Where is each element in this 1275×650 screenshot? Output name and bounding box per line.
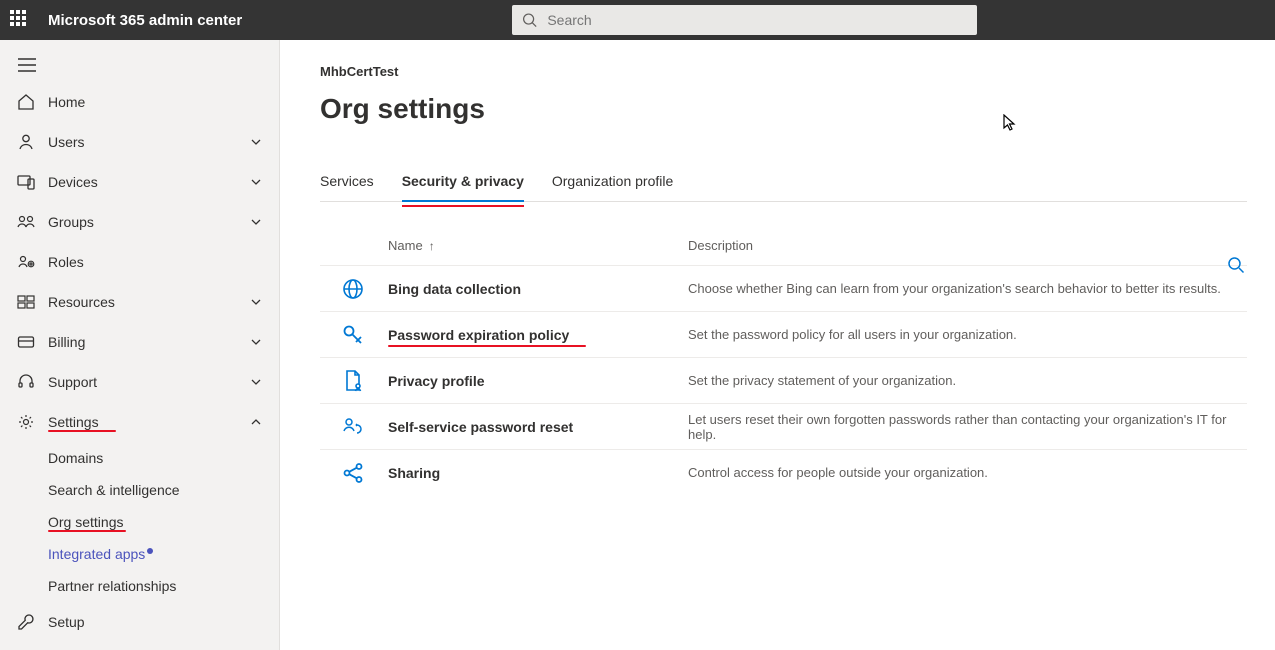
row-name: Self-service password reset bbox=[388, 419, 688, 435]
chevron-down-icon bbox=[249, 175, 263, 189]
row-name: Sharing bbox=[388, 465, 688, 481]
devices-icon bbox=[16, 172, 36, 192]
column-name[interactable]: Name ↑ bbox=[388, 238, 688, 253]
globe-icon bbox=[340, 276, 366, 302]
page-title: Org settings bbox=[320, 93, 1247, 125]
row-name: Privacy profile bbox=[388, 373, 688, 389]
tab-services[interactable]: Services bbox=[320, 173, 374, 201]
table-row[interactable]: Bing data collection Choose whether Bing… bbox=[320, 265, 1247, 311]
subnav-partner-relationships[interactable]: Partner relationships bbox=[0, 570, 279, 602]
left-nav: Home Users Devices Groups Roles Resource… bbox=[0, 40, 280, 650]
nav-label: Users bbox=[48, 134, 249, 150]
subnav-org-settings[interactable]: Org settings bbox=[0, 506, 279, 538]
table-header: Name ↑ Description bbox=[320, 238, 1247, 265]
chevron-down-icon bbox=[249, 135, 263, 149]
nav-home[interactable]: Home bbox=[0, 82, 279, 122]
nav-users[interactable]: Users bbox=[0, 122, 279, 162]
tab-label: Services bbox=[320, 173, 374, 189]
roles-icon bbox=[16, 252, 36, 272]
tab-organization-profile[interactable]: Organization profile bbox=[552, 173, 673, 201]
billing-icon bbox=[16, 332, 36, 352]
main-content: MhbCertTest Org settings Services Securi… bbox=[280, 40, 1275, 650]
column-label: Name bbox=[388, 238, 423, 253]
subnav-domains[interactable]: Domains bbox=[0, 442, 279, 474]
table-row[interactable]: Privacy profile Set the privacy statemen… bbox=[320, 357, 1247, 403]
page-search-button[interactable] bbox=[1227, 256, 1245, 274]
subnav-label: Org settings bbox=[48, 514, 123, 530]
chevron-down-icon bbox=[249, 215, 263, 229]
global-search[interactable] bbox=[512, 5, 977, 35]
search-input[interactable] bbox=[547, 12, 967, 28]
user-icon bbox=[16, 132, 36, 152]
tab-security-privacy[interactable]: Security & privacy bbox=[402, 173, 524, 201]
column-description[interactable]: Description bbox=[688, 238, 1247, 253]
nav-label: Setup bbox=[48, 614, 263, 630]
share-icon bbox=[340, 460, 366, 486]
sort-ascending-icon: ↑ bbox=[429, 239, 435, 253]
nav-setup[interactable]: Setup bbox=[0, 602, 279, 642]
table-row[interactable]: Sharing Control access for people outsid… bbox=[320, 449, 1247, 495]
row-description: Set the privacy statement of your organi… bbox=[688, 373, 1247, 388]
subnav-label: Search & intelligence bbox=[48, 482, 180, 498]
nav-devices[interactable]: Devices bbox=[0, 162, 279, 202]
brand-title: Microsoft 365 admin center bbox=[48, 12, 242, 29]
support-icon bbox=[16, 372, 36, 392]
nav-label: Devices bbox=[48, 174, 249, 190]
column-label: Description bbox=[688, 238, 753, 253]
tab-label: Security & privacy bbox=[402, 173, 524, 189]
gear-icon bbox=[16, 412, 36, 432]
nav-label: Billing bbox=[48, 334, 249, 350]
nav-groups[interactable]: Groups bbox=[0, 202, 279, 242]
nav-settings[interactable]: Settings bbox=[0, 402, 279, 442]
nav-billing[interactable]: Billing bbox=[0, 322, 279, 362]
setup-icon bbox=[16, 612, 36, 632]
nav-label: Home bbox=[48, 94, 263, 110]
row-description: Control access for people outside your o… bbox=[688, 465, 1247, 480]
row-description: Let users reset their own forgotten pass… bbox=[688, 412, 1247, 442]
row-name: Password expiration policy bbox=[388, 327, 688, 343]
chevron-down-icon bbox=[249, 375, 263, 389]
top-bar: Microsoft 365 admin center bbox=[0, 0, 1275, 40]
nav-support[interactable]: Support bbox=[0, 362, 279, 402]
row-name: Bing data collection bbox=[388, 281, 688, 297]
app-launcher-icon[interactable] bbox=[10, 10, 30, 30]
chevron-down-icon bbox=[249, 295, 263, 309]
search-icon bbox=[522, 12, 537, 28]
tab-label: Organization profile bbox=[552, 173, 673, 189]
nav-resources[interactable]: Resources bbox=[0, 282, 279, 322]
annotation-underline bbox=[402, 205, 524, 207]
row-description: Set the password policy for all users in… bbox=[688, 327, 1247, 342]
people-sync-icon bbox=[340, 414, 366, 440]
nav-roles[interactable]: Roles bbox=[0, 242, 279, 282]
groups-icon bbox=[16, 212, 36, 232]
chevron-up-icon bbox=[249, 415, 263, 429]
home-icon bbox=[16, 92, 36, 112]
document-person-icon bbox=[340, 368, 366, 394]
resources-icon bbox=[16, 292, 36, 312]
notification-dot-icon bbox=[147, 548, 153, 554]
table-row[interactable]: Self-service password reset Let users re… bbox=[320, 403, 1247, 449]
subnav-label: Domains bbox=[48, 450, 103, 466]
subnav-integrated-apps[interactable]: Integrated apps bbox=[0, 538, 279, 570]
subnav-label: Integrated apps bbox=[48, 546, 145, 562]
tab-bar: Services Security & privacy Organization… bbox=[320, 173, 1247, 202]
tenant-name: MhbCertTest bbox=[320, 64, 1247, 79]
subnav-label: Partner relationships bbox=[48, 578, 176, 594]
chevron-down-icon bbox=[249, 335, 263, 349]
hamburger-icon[interactable] bbox=[0, 44, 279, 82]
nav-label: Groups bbox=[48, 214, 249, 230]
key-icon bbox=[340, 322, 366, 348]
nav-label: Roles bbox=[48, 254, 263, 270]
table-row[interactable]: Password expiration policy Set the passw… bbox=[320, 311, 1247, 357]
nav-label: Support bbox=[48, 374, 249, 390]
subnav-search-intelligence[interactable]: Search & intelligence bbox=[0, 474, 279, 506]
nav-label: Resources bbox=[48, 294, 249, 310]
nav-label: Settings bbox=[48, 414, 249, 430]
row-description: Choose whether Bing can learn from your … bbox=[688, 281, 1247, 296]
